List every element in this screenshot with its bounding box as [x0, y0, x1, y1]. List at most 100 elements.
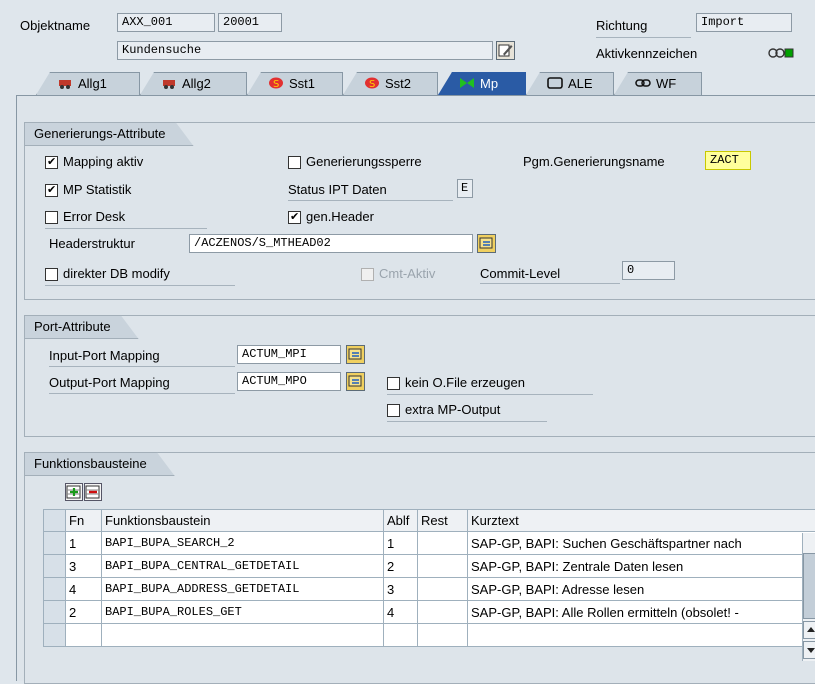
scrollbar-thumb[interactable] [803, 553, 815, 619]
column-header-fn[interactable]: Fn [66, 510, 102, 532]
chain-link-icon [635, 74, 651, 86]
group-title: Funktionsbausteine [24, 452, 175, 476]
ablf-cell[interactable]: 1 [384, 532, 418, 555]
ablf-cell[interactable] [384, 624, 418, 647]
status-ipt-field[interactable]: E [457, 179, 473, 198]
column-header-kurztext[interactable]: Kurztext [468, 510, 815, 532]
column-header-rest[interactable]: Rest [418, 510, 468, 532]
kein-ofile-checkbox[interactable] [387, 377, 400, 390]
output-port-value-help-button[interactable] [346, 372, 365, 391]
mapping-aktiv-checkbox[interactable]: ✔ [45, 156, 58, 169]
funktionsbaustein-cell[interactable]: BAPI_BUPA_SEARCH_2 [102, 532, 384, 555]
fn-cell[interactable]: 4 [66, 578, 102, 601]
divider [387, 394, 593, 395]
fn-cell[interactable]: 1 [66, 532, 102, 555]
row-selector[interactable] [44, 601, 66, 624]
divider [288, 200, 453, 201]
richtung-underline [596, 37, 691, 38]
objektnummer-field[interactable]: 20001 [218, 13, 282, 32]
mp-statistik-checkbox[interactable]: ✔ [45, 184, 58, 197]
edit-text-button[interactable] [496, 41, 515, 60]
error-desk-checkbox[interactable] [45, 211, 58, 224]
rest-cell[interactable] [418, 532, 468, 555]
scroll-down-button[interactable] [803, 641, 815, 659]
headerstruktur-value-help-button[interactable] [477, 234, 496, 253]
arrow-up-icon [804, 622, 815, 638]
scroll-up-button[interactable] [803, 621, 815, 639]
insert-row-button[interactable] [65, 483, 83, 501]
divider [49, 366, 235, 367]
group-title: Generierungs-Attribute [24, 122, 194, 146]
row-selector[interactable] [44, 624, 66, 647]
rest-cell[interactable] [418, 578, 468, 601]
bowtie-icon [459, 74, 475, 86]
kurztext-cell: SAP-GP, BAPI: Suchen Geschäftspartner na… [468, 532, 815, 555]
group-title: Port-Attribute [24, 315, 139, 339]
divider [387, 421, 547, 422]
input-port-field[interactable]: ACTUM_MPI [237, 345, 341, 364]
column-header-funktionsbaustein[interactable]: Funktionsbaustein [102, 510, 384, 532]
mp-statistik-label: MP Statistik [63, 182, 131, 197]
insert-row-icon [66, 484, 82, 500]
generierungssperre-label: Generierungssperre [306, 154, 422, 169]
divider [45, 285, 235, 286]
tab-sst2[interactable]: SSst2 [343, 72, 438, 95]
pgm-generierungsname-field[interactable]: ZACT [705, 151, 751, 170]
tab-mp[interactable]: Mp [438, 72, 526, 95]
delete-row-button[interactable] [84, 483, 102, 501]
row-selector[interactable] [44, 532, 66, 555]
objektname-field[interactable]: AXX_001 [117, 13, 215, 32]
s-badge-icon: S [364, 74, 380, 86]
extra-mp-output-label: extra MP-Output [405, 402, 500, 417]
funktionsbaustein-cell[interactable]: BAPI_BUPA_ROLES_GET [102, 601, 384, 624]
pencil-icon [497, 42, 514, 59]
tab-allg2[interactable]: Allg2 [140, 72, 247, 95]
table-row-empty [44, 624, 815, 647]
table-row: 3 BAPI_BUPA_CENTRAL_GETDETAIL 2 SAP-GP, … [44, 555, 815, 578]
richtung-field[interactable]: Import [696, 13, 792, 32]
kurztext-cell: SAP-GP, BAPI: Adresse lesen [468, 578, 815, 601]
fn-cell[interactable]: 2 [66, 601, 102, 624]
extra-mp-output-checkbox[interactable] [387, 404, 400, 417]
generierungssperre-checkbox[interactable] [288, 156, 301, 169]
input-port-value-help-button[interactable] [346, 345, 365, 364]
status-light-icon [768, 47, 794, 59]
rest-cell[interactable] [418, 624, 468, 647]
fn-cell[interactable]: 3 [66, 555, 102, 578]
kurztext-cell: SAP-GP, BAPI: Zentrale Daten lesen [468, 555, 815, 578]
svg-text:S: S [369, 79, 375, 89]
ablf-cell[interactable]: 4 [384, 601, 418, 624]
ablf-cell[interactable]: 2 [384, 555, 418, 578]
direkter-db-modify-checkbox[interactable] [45, 268, 58, 281]
funktionsbaustein-cell[interactable] [102, 624, 384, 647]
divider [45, 228, 207, 229]
gen-header-checkbox[interactable]: ✔ [288, 211, 301, 224]
funktionsbaustein-cell[interactable]: BAPI_BUPA_CENTRAL_GETDETAIL [102, 555, 384, 578]
funktionsbaustein-cell[interactable]: BAPI_BUPA_ADDRESS_GETDETAIL [102, 578, 384, 601]
divider [480, 283, 620, 284]
table-vertical-scrollbar[interactable] [802, 533, 815, 661]
fn-cell[interactable] [66, 624, 102, 647]
row-selector[interactable] [44, 578, 66, 601]
column-header-ablf[interactable]: Ablf [384, 510, 418, 532]
rest-cell[interactable] [418, 601, 468, 624]
input-port-label: Input-Port Mapping [49, 348, 160, 363]
row-selector[interactable] [44, 555, 66, 578]
tab-allg1[interactable]: Allg1 [36, 72, 140, 95]
cmt-aktiv-checkbox[interactable] [361, 268, 374, 281]
commit-level-field[interactable]: 0 [622, 261, 675, 280]
commit-level-label: Commit-Level [480, 266, 560, 281]
output-port-field[interactable]: ACTUM_MPO [237, 372, 341, 391]
rest-cell[interactable] [418, 555, 468, 578]
row-selector-header[interactable] [44, 510, 66, 532]
gen-header-label: gen.Header [306, 209, 374, 224]
kein-ofile-label: kein O.File erzeugen [405, 375, 525, 390]
delete-row-icon [85, 484, 101, 500]
monitor-icon [547, 74, 563, 86]
tab-ale[interactable]: ALE [526, 72, 614, 95]
beschreibung-field[interactable]: Kundensuche [117, 41, 493, 60]
tab-wf[interactable]: WF [614, 72, 702, 95]
ablf-cell[interactable]: 3 [384, 578, 418, 601]
tab-sst1[interactable]: SSst1 [247, 72, 343, 95]
headerstruktur-field[interactable]: /ACZENOS/S_MTHEAD02 [189, 234, 473, 253]
